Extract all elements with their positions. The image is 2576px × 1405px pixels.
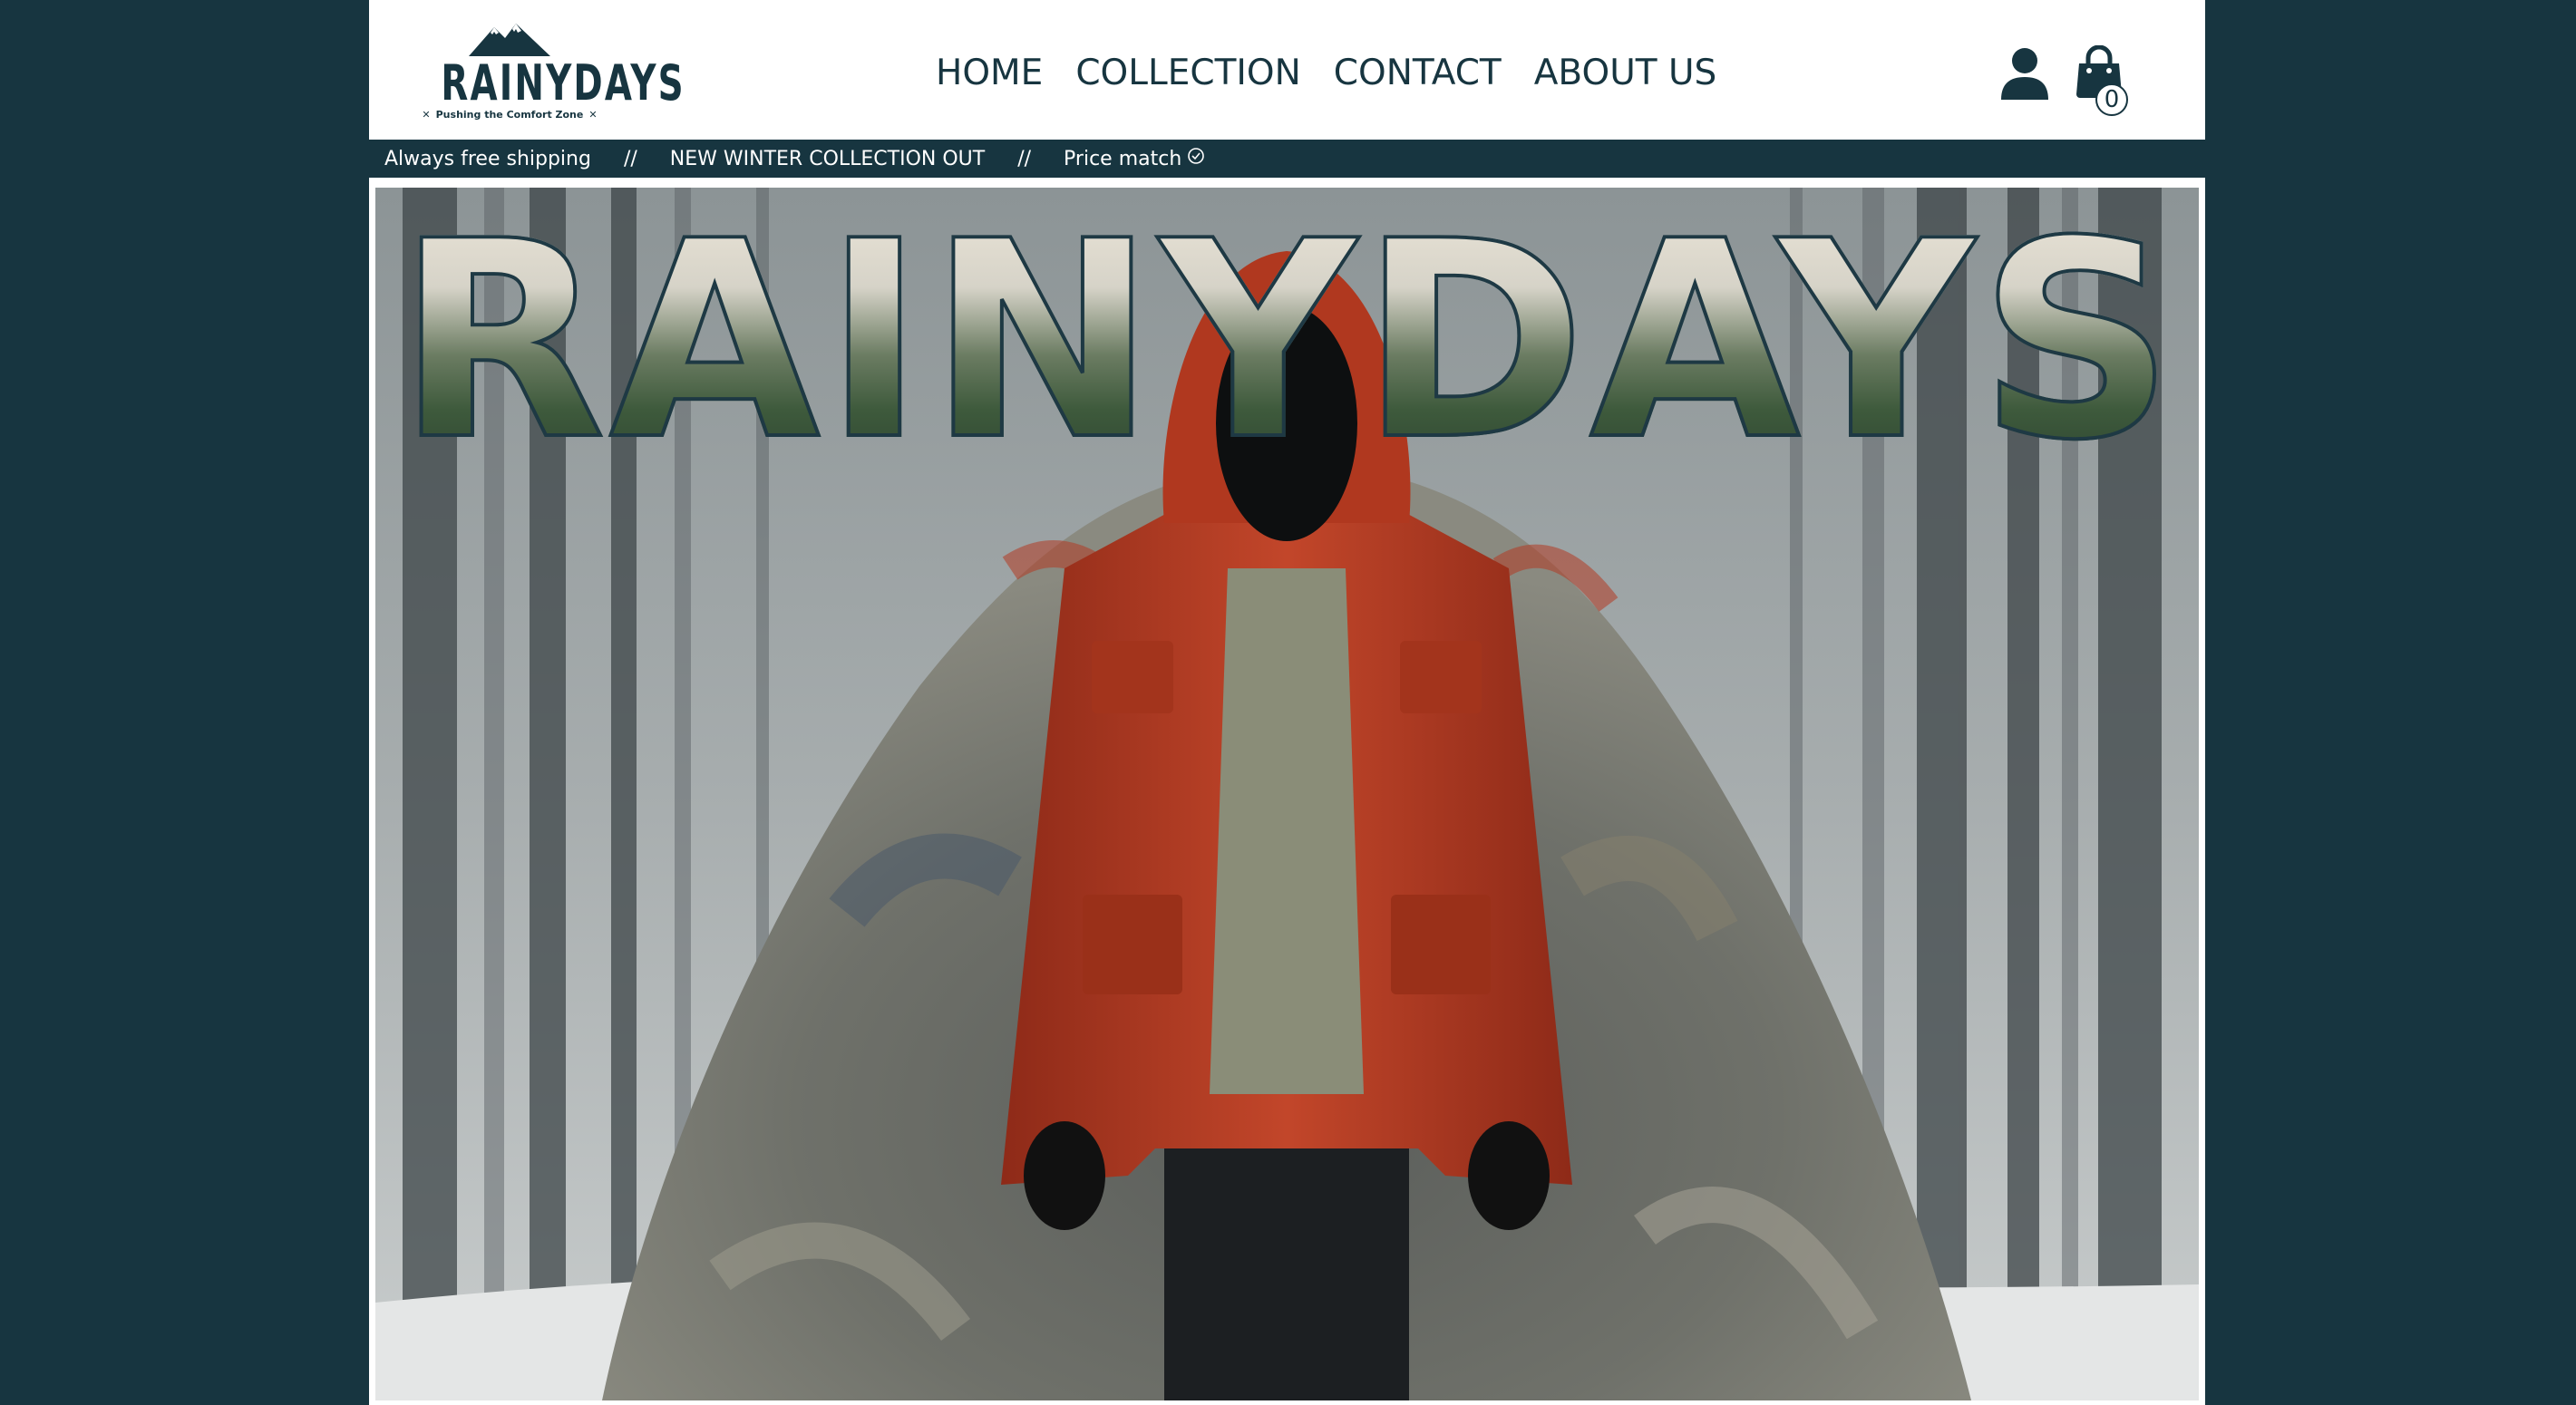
- hero-banner: RAINYDAYS: [375, 188, 2199, 1400]
- promo-bar: Always free shipping // NEW WINTER COLLE…: [369, 140, 2205, 178]
- check-circle-icon: [1187, 147, 1205, 170]
- nav-contact[interactable]: CONTACT: [1334, 53, 1502, 107]
- promo-separator: //: [1017, 147, 1032, 170]
- hero-title: RAINYDAYS: [375, 204, 2199, 480]
- mountain-logo-icon: [469, 24, 550, 56]
- logo-wordmark: RAINYDAYS: [441, 54, 685, 111]
- site-container: RAINYDAYS ✕ Pushing the Comfort Zone ✕ HOM…: [369, 0, 2205, 1405]
- main-nav: HOME COLLECTION CONTACT ABOUT US: [936, 53, 1716, 107]
- cart-count-badge: 0: [2095, 83, 2128, 116]
- cart-button[interactable]: 0: [2074, 44, 2137, 118]
- nav-about-us[interactable]: ABOUT US: [1534, 53, 1717, 107]
- user-icon[interactable]: [1999, 47, 2050, 102]
- promo-price-match: Price match: [1064, 147, 1182, 170]
- nav-home[interactable]: HOME: [936, 53, 1043, 107]
- brand-logo[interactable]: RAINYDAYS ✕ Pushing the Comfort Zone ✕: [414, 18, 685, 127]
- promo-separator: //: [623, 147, 637, 170]
- promo-collection: NEW WINTER COLLECTION OUT: [669, 147, 986, 170]
- site-header: RAINYDAYS ✕ Pushing the Comfort Zone ✕ HOM…: [369, 0, 2205, 140]
- promo-shipping: Always free shipping: [384, 147, 591, 170]
- nav-collection[interactable]: COLLECTION: [1075, 53, 1300, 107]
- logo-tagline: ✕ Pushing the Comfort Zone ✕: [422, 109, 598, 121]
